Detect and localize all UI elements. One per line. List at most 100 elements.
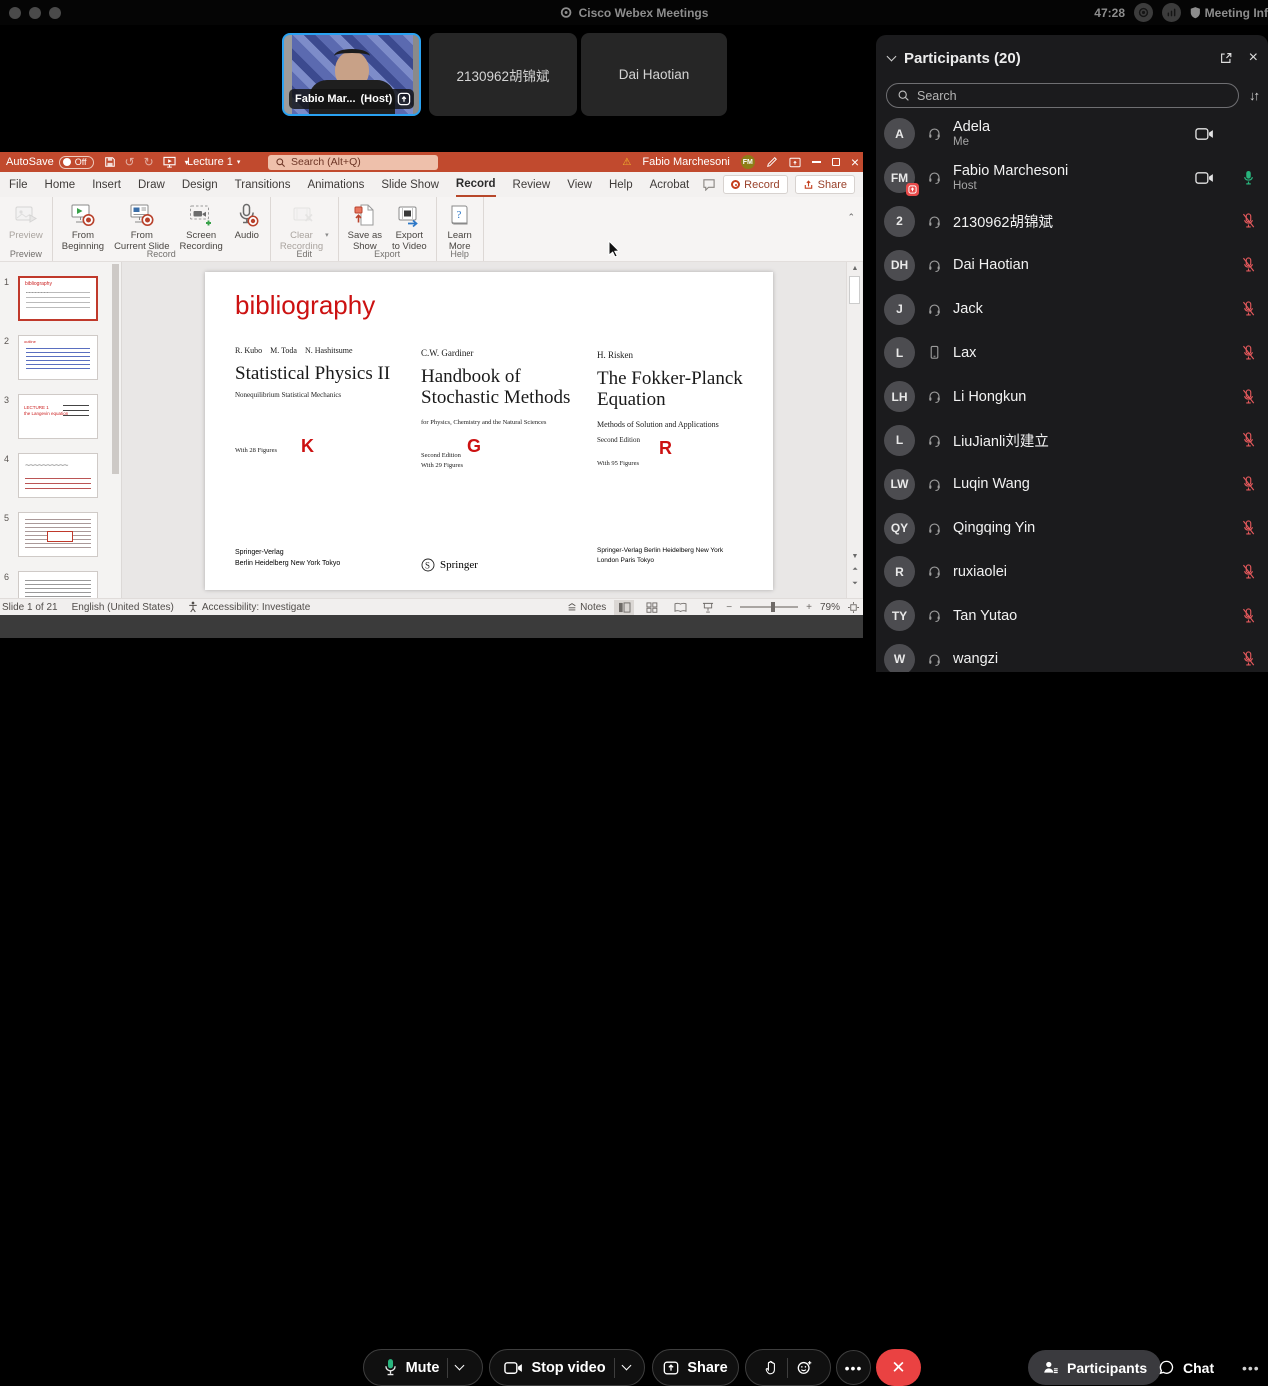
participant-row[interactable]: L Lax (876, 331, 1268, 375)
search-input[interactable] (291, 156, 411, 168)
leave-meeting-button[interactable]: ✕ (876, 1349, 921, 1386)
mic-on-icon[interactable] (1241, 170, 1256, 186)
menu-tab[interactable]: Insert (92, 172, 121, 197)
participant-row[interactable]: LW Luqin Wang (876, 462, 1268, 506)
account-avatar[interactable]: FM (741, 155, 755, 169)
warning-icon[interactable]: ⚠ (622, 157, 631, 168)
redo-icon[interactable]: ↻ (144, 155, 154, 169)
mic-muted-icon[interactable] (1241, 564, 1256, 580)
video-tile[interactable]: Dai Haotian (581, 33, 727, 116)
menu-tab[interactable]: Acrobat (650, 172, 690, 197)
fit-to-window-icon[interactable] (848, 602, 859, 613)
normal-view-button[interactable] (614, 600, 634, 615)
chat-button[interactable]: Chat (1158, 1350, 1214, 1385)
slide-thumbnail[interactable]: 4 (4, 453, 117, 498)
popout-panel-icon[interactable] (1219, 51, 1233, 65)
menu-tab[interactable]: Transitions (235, 172, 291, 197)
participant-row[interactable]: A Adela Me (876, 112, 1268, 156)
ribbon-button[interactable]: ? Learn More▾ (443, 200, 477, 255)
participants-toggle-button[interactable]: Participants (1028, 1350, 1161, 1385)
zoom-level[interactable]: 79% (820, 602, 840, 613)
menu-tab[interactable]: Design (182, 172, 218, 197)
menu-tab[interactable]: File (9, 172, 28, 197)
mic-muted-icon[interactable] (1241, 476, 1256, 492)
scrollbar-thumb[interactable] (849, 276, 860, 304)
participant-row[interactable]: L LiuJianli刘建立 (876, 419, 1268, 463)
participant-row[interactable]: FM Fabio Marchesoni Host (876, 156, 1268, 200)
slide-thumbnail[interactable]: 3 LECTURE 1 the Langevin equation (4, 394, 117, 439)
participant-row[interactable]: TY Tan Yutao (876, 594, 1268, 638)
scroll-down-icon[interactable]: ▼ (847, 550, 863, 562)
autosave-toggle[interactable]: AutoSave Off (6, 156, 94, 169)
participant-row[interactable]: W wangzi (876, 638, 1268, 672)
slide-editing-area[interactable]: bibliography R. Kubo M. Toda N. Hashitsu… (122, 262, 845, 598)
notes-button[interactable]: Notes (567, 602, 606, 613)
participants-search-input[interactable] (917, 89, 1228, 103)
close-window-button[interactable] (9, 7, 21, 19)
thumbnail-scrollbar[interactable] (112, 264, 119, 594)
language-status[interactable]: English (United States) (72, 602, 174, 613)
slide-title[interactable]: bibliography (235, 290, 375, 321)
more-options-button[interactable]: ••• (836, 1350, 871, 1385)
meeting-info-button[interactable]: Meeting Inf (1190, 6, 1268, 20)
zoom-slider-thumb[interactable] (771, 602, 775, 612)
share-content-button[interactable]: Share (652, 1349, 739, 1386)
video-tile[interactable]: 2130962胡锦斌 (429, 33, 577, 116)
participants-search-box[interactable] (886, 83, 1239, 108)
mic-muted-icon[interactable] (1241, 257, 1256, 273)
menu-tab[interactable]: Draw (138, 172, 165, 197)
reactions-smiley-icon[interactable] (796, 1359, 813, 1376)
collapse-ribbon-icon[interactable]: ⌃ (847, 212, 855, 223)
stop-video-button[interactable]: Stop video (489, 1349, 645, 1386)
slide-thumbnail[interactable]: 1 bibliography (4, 276, 117, 321)
menu-tab[interactable]: Help (609, 172, 633, 197)
close-icon[interactable]: × (851, 155, 859, 169)
mic-muted-icon[interactable] (1241, 213, 1256, 229)
menu-tab[interactable]: Slide Show (381, 172, 439, 197)
slideshow-view-button[interactable] (698, 600, 718, 615)
video-tile-active-speaker[interactable]: Fabio Mar... (Host) (282, 33, 421, 116)
mic-muted-icon[interactable] (1241, 608, 1256, 624)
zoom-in-button[interactable]: + (806, 602, 812, 613)
document-title[interactable]: Lecture 1 ▾ (187, 156, 240, 168)
restore-icon[interactable] (832, 158, 840, 166)
close-panel-icon[interactable]: × (1249, 50, 1258, 66)
slide-thumbnail[interactable]: 5 (4, 512, 117, 557)
slide-thumbnail[interactable]: 6 (4, 571, 117, 598)
mic-muted-icon[interactable] (1241, 345, 1256, 361)
connection-quality-icon[interactable] (1162, 3, 1181, 22)
window-controls[interactable] (9, 7, 61, 19)
mic-muted-icon[interactable] (1241, 520, 1256, 536)
ribbon-button[interactable]: From Current Slide▾ (111, 200, 172, 255)
slide[interactable]: bibliography R. Kubo M. Toda N. Hashitsu… (205, 272, 773, 590)
undo-icon[interactable]: ↺ (125, 155, 135, 169)
participant-row[interactable]: J Jack (876, 287, 1268, 331)
share-button[interactable]: Share (795, 175, 855, 194)
comments-icon[interactable] (702, 178, 716, 191)
account-name[interactable]: Fabio Marchesoni (642, 156, 729, 168)
participant-row[interactable]: 2 2130962胡锦斌 (876, 200, 1268, 244)
participant-row[interactable]: DH Dai Haotian (876, 243, 1268, 287)
more-panels-button[interactable]: ••• (1242, 1350, 1260, 1385)
participant-row[interactable]: R ruxiaolei (876, 550, 1268, 594)
save-icon[interactable] (104, 156, 116, 168)
record-button[interactable]: Record (723, 175, 787, 194)
ribbon-button[interactable]: Preview▾ (6, 200, 46, 243)
slide-thumbnail[interactable]: 2 outline (4, 335, 117, 380)
participant-row[interactable]: QY Qingqing Yin (876, 506, 1268, 550)
ribbon-button[interactable]: Clear Recording▾ (277, 200, 332, 255)
minimize-icon[interactable] (812, 161, 821, 163)
mute-button[interactable]: Mute (363, 1349, 483, 1386)
zoom-slider[interactable] (740, 606, 798, 608)
previous-slide-icon[interactable]: ⏶ (847, 564, 863, 576)
sort-participants-icon[interactable]: ↓↑ (1249, 88, 1258, 103)
reading-view-button[interactable] (670, 600, 690, 615)
mic-muted-icon[interactable] (1241, 301, 1256, 317)
slide-sorter-view-button[interactable] (642, 600, 662, 615)
ribbon-button[interactable]: Audio▾ (230, 200, 264, 255)
ribbon-button[interactable]: Screen Recording▾ (177, 200, 226, 255)
next-slide-icon[interactable]: ⏷ (847, 578, 863, 590)
slide-scrollbar[interactable]: ▲ ▼ ⏶ ⏷ (846, 262, 862, 598)
mic-muted-icon[interactable] (1241, 651, 1256, 667)
menu-tab[interactable]: View (567, 172, 592, 197)
